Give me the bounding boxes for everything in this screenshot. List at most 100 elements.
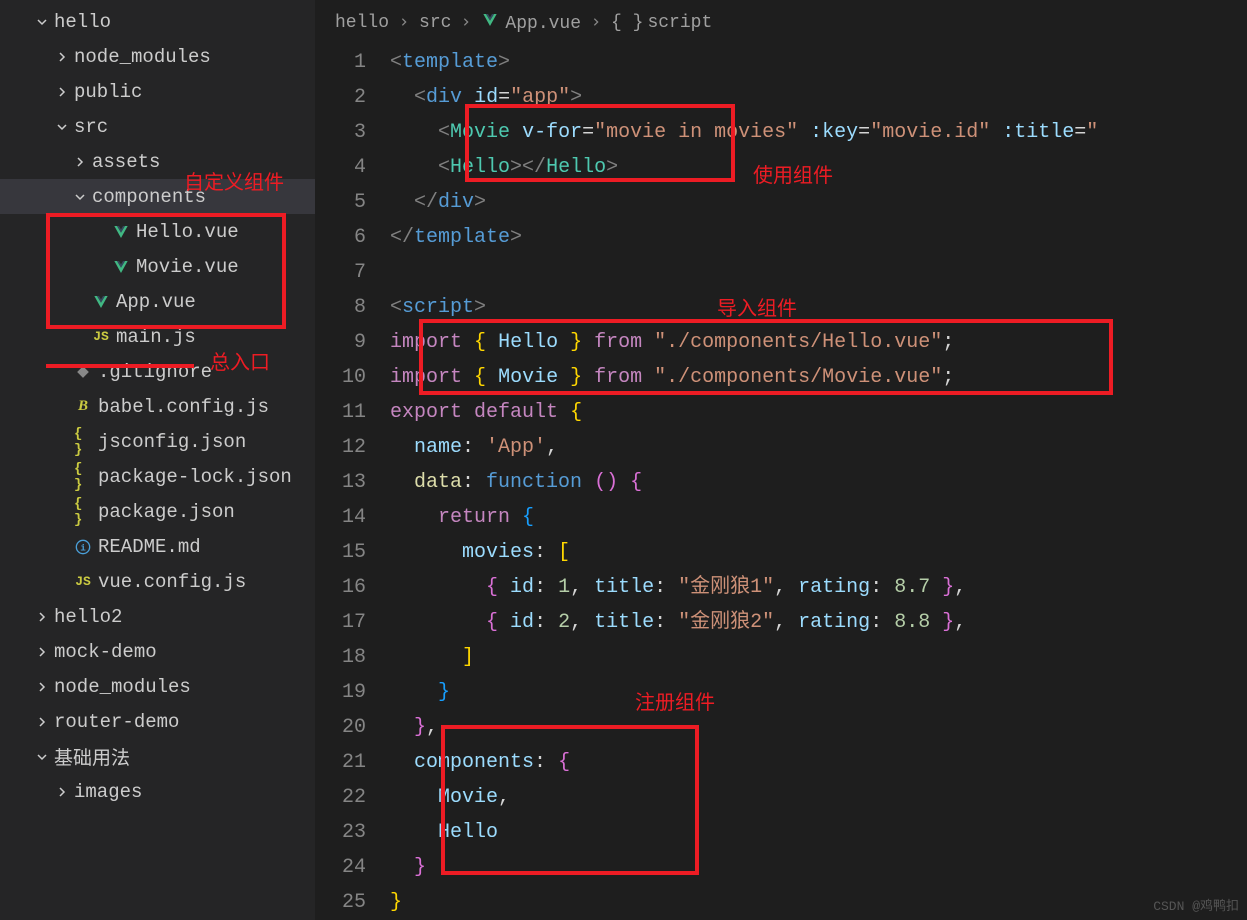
chevron-down-icon[interactable] <box>72 189 88 205</box>
js-icon: JS <box>74 573 92 591</box>
annotation-import-component: 导入组件 <box>717 292 797 322</box>
breadcrumb-item[interactable]: { }script <box>611 13 712 33</box>
code-line[interactable]: Hello <box>390 815 1247 850</box>
tree-item-hello2[interactable]: hello2 <box>0 599 315 634</box>
breadcrumb-item[interactable]: hello <box>335 13 389 33</box>
editor-pane: hellosrcApp.vue{ }script 123456789101112… <box>315 0 1247 920</box>
tree-item-babel-config-js[interactable]: Bbabel.config.js <box>0 389 315 424</box>
braces-icon: { } <box>611 13 643 33</box>
tree-item-jsconfig-json[interactable]: { }jsconfig.json <box>0 424 315 459</box>
tree-item-mock-demo[interactable]: mock-demo <box>0 634 315 669</box>
breadcrumb-item[interactable]: src <box>419 13 451 33</box>
line-number: 22 <box>315 780 366 815</box>
chevron-right-icon <box>591 13 601 33</box>
annotation-custom-component: 自定义组件 <box>184 166 284 196</box>
chevron-right-icon[interactable] <box>54 49 70 65</box>
code-line[interactable]: ] <box>390 640 1247 675</box>
watermark: CSDN @鸡鸭扣 <box>1153 895 1239 914</box>
chevron-right-icon[interactable] <box>54 84 70 100</box>
line-number: 13 <box>315 465 366 500</box>
code-line[interactable]: <Movie v-for="movie in movies" :key="mov… <box>390 115 1247 150</box>
line-number: 24 <box>315 850 366 885</box>
chevron-right-icon[interactable] <box>34 644 50 660</box>
chevron-right-icon <box>399 13 409 33</box>
line-number: 5 <box>315 185 366 220</box>
chevron-right-icon[interactable] <box>54 784 70 800</box>
code-line[interactable]: data: function () { <box>390 465 1247 500</box>
breadcrumbs[interactable]: hello src App.vue { }script <box>315 0 1247 45</box>
tree-item-label: vue.config.js <box>98 571 246 593</box>
code-line[interactable]: </div> <box>390 185 1247 220</box>
annotation-main-entry: 总入口 <box>210 346 270 376</box>
chevron-right-icon <box>461 13 471 33</box>
tree-item-package-json[interactable]: { }package.json <box>0 494 315 529</box>
svg-text:i: i <box>80 542 86 553</box>
tree-item-node-modules[interactable]: node_modules <box>0 669 315 704</box>
code-line[interactable]: <template> <box>390 45 1247 80</box>
line-number: 20 <box>315 710 366 745</box>
chevron-down-icon[interactable] <box>34 14 50 30</box>
tree-item-----[interactable]: 基础用法 <box>0 739 315 774</box>
tree-item-app-vue[interactable]: App.vue <box>0 284 315 319</box>
tree-item-label: main.js <box>116 326 196 348</box>
chevron-down-icon[interactable] <box>34 749 50 765</box>
tree-item-package-lock-json[interactable]: { }package-lock.json <box>0 459 315 494</box>
tree-item-label: src <box>74 116 108 138</box>
tree-item-readme-md[interactable]: iREADME.md <box>0 529 315 564</box>
code-line[interactable]: { id: 1, title: "金刚狼1", rating: 8.7 }, <box>390 570 1247 605</box>
code-line[interactable]: import { Movie } from "./components/Movi… <box>390 360 1247 395</box>
line-number: 19 <box>315 675 366 710</box>
tree-item-images[interactable]: images <box>0 774 315 809</box>
code-line[interactable]: components: { <box>390 745 1247 780</box>
code-line[interactable]: import { Hello } from "./components/Hell… <box>390 325 1247 360</box>
code-line[interactable]: { id: 2, title: "金刚狼2", rating: 8.8 }, <box>390 605 1247 640</box>
json-icon: { } <box>74 503 92 521</box>
code-line[interactable]: <div id="app"> <box>390 80 1247 115</box>
line-number: 17 <box>315 605 366 640</box>
tree-item-label: assets <box>92 151 160 173</box>
line-number: 4 <box>315 150 366 185</box>
code-line[interactable]: <script> <box>390 290 1247 325</box>
code-line[interactable]: return { <box>390 500 1247 535</box>
line-number: 9 <box>315 325 366 360</box>
code-line[interactable]: } <box>390 850 1247 885</box>
code-line[interactable]: name: 'App', <box>390 430 1247 465</box>
tree-item-label: mock-demo <box>54 641 157 663</box>
code-line[interactable]: export default { <box>390 395 1247 430</box>
tree-item-label: jsconfig.json <box>98 431 246 453</box>
vue-icon <box>92 293 110 311</box>
code-line[interactable]: Movie, <box>390 780 1247 815</box>
tree-item-router-demo[interactable]: router-demo <box>0 704 315 739</box>
code-line[interactable]: } <box>390 675 1247 710</box>
tree-item-label: App.vue <box>116 291 196 313</box>
vue-icon <box>112 258 130 276</box>
chevron-right-icon[interactable] <box>34 679 50 695</box>
chevron-right-icon[interactable] <box>34 609 50 625</box>
js-icon: JS <box>92 328 110 346</box>
tree-item-vue-config-js[interactable]: JS vue.config.js <box>0 564 315 599</box>
annotation-use-component: 使用组件 <box>753 159 833 189</box>
code-line[interactable]: </template> <box>390 220 1247 255</box>
code-line[interactable] <box>390 255 1247 290</box>
tree-item-public[interactable]: public <box>0 74 315 109</box>
vue-icon <box>481 11 499 29</box>
tree-item-movie-vue[interactable]: Movie.vue <box>0 249 315 284</box>
vue-icon <box>112 223 130 241</box>
tree-item-label: images <box>74 781 142 803</box>
tree-item-hello-vue[interactable]: Hello.vue <box>0 214 315 249</box>
tree-item-hello[interactable]: hello <box>0 4 315 39</box>
chevron-down-icon[interactable] <box>54 119 70 135</box>
chevron-right-icon[interactable] <box>34 714 50 730</box>
line-number: 14 <box>315 500 366 535</box>
code-line[interactable]: } <box>390 885 1247 920</box>
tree-item-label: hello <box>54 11 111 33</box>
code-line[interactable]: }, <box>390 710 1247 745</box>
line-number: 6 <box>315 220 366 255</box>
tree-item-src[interactable]: src <box>0 109 315 144</box>
tree-item-label: public <box>74 81 142 103</box>
code-line[interactable]: movies: [ <box>390 535 1247 570</box>
line-number: 23 <box>315 815 366 850</box>
chevron-right-icon[interactable] <box>72 154 88 170</box>
breadcrumb-item[interactable]: App.vue <box>481 11 581 34</box>
tree-item-node-modules[interactable]: node_modules <box>0 39 315 74</box>
